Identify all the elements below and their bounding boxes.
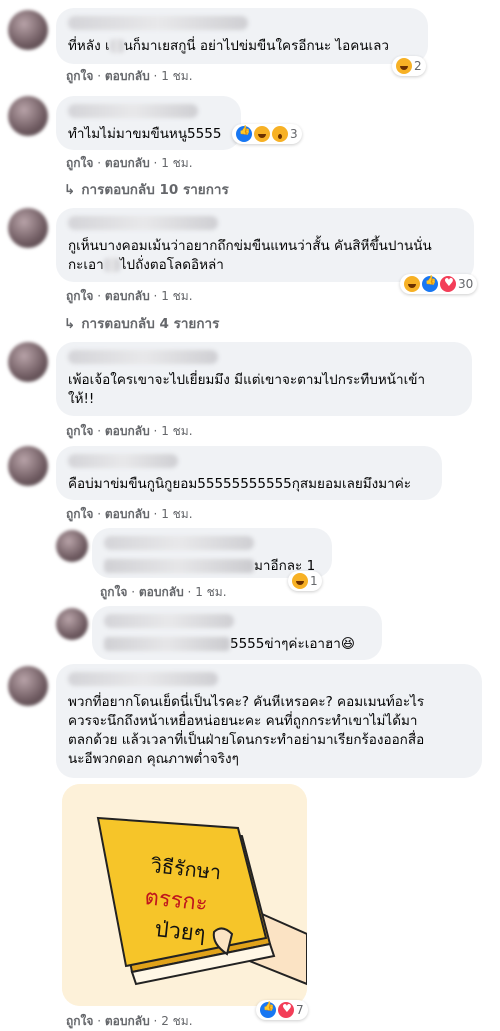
timestamp[interactable]: 1 ชม.: [161, 507, 192, 521]
avatar[interactable]: [8, 96, 48, 136]
avatar[interactable]: [8, 208, 48, 248]
commenter-name[interactable]: [68, 104, 198, 118]
comment-text: เพ้อเจ้อใครเขาจะไปเยี่ยมมึง มีแต่เขาจะตา…: [68, 372, 426, 407]
view-replies-link[interactable]: ↳ การตอบกลับ 4 รายการ: [64, 312, 219, 334]
like-icon: [236, 126, 252, 142]
commenter-name[interactable]: [104, 614, 234, 628]
comment-text: คือบ่มาข่มขืนกูนิกูยอม55555555555กุสมยอม…: [68, 476, 412, 492]
commenter-name[interactable]: [68, 672, 218, 686]
reply-button[interactable]: ตอบกลับ: [105, 69, 150, 83]
comment-bubble: คือบ่มาข่มขืนกูนิกูยอม55555555555กุสมยอม…: [56, 446, 442, 500]
book-title-line3: ป่วยๆ: [153, 917, 206, 947]
reply-button[interactable]: ตอบกลับ: [105, 1014, 150, 1028]
like-button[interactable]: ถูกใจ: [100, 585, 127, 599]
reaction-summary[interactable]: 1: [288, 571, 322, 591]
commenter-name[interactable]: [68, 216, 218, 230]
avatar[interactable]: [8, 10, 48, 50]
reply-text: 5555ข่าๆค่ะเอาฮา😆: [104, 635, 370, 654]
comment-bubble: ทำไมไม่มาขมขืนหนู5555: [56, 96, 241, 150]
reply-button[interactable]: ตอบกลับ: [105, 156, 150, 170]
reply-actions: ถูกใจ · ตอบกลับ · 1 ชม.: [100, 585, 227, 599]
reply-button[interactable]: ตอบกลับ: [139, 585, 184, 599]
reply-arrow-icon: ↳: [64, 182, 76, 198]
timestamp[interactable]: 2 ชม.: [161, 1014, 192, 1028]
reaction-summary[interactable]: 7: [256, 1000, 308, 1020]
love-icon: [440, 276, 456, 292]
like-button[interactable]: ถูกใจ: [66, 69, 93, 83]
like-button[interactable]: ถูกใจ: [66, 1014, 93, 1028]
comment-actions: ถูกใจ · ตอบกลับ · 1 ชม.: [66, 424, 193, 438]
timestamp[interactable]: 1 ชม.: [161, 424, 192, 438]
avatar[interactable]: [56, 530, 88, 562]
comment-bubble: กูเห็นบางคอมเม้นว่าอยากถึกข่มขืนแทนว่าสั…: [56, 208, 474, 282]
reply-text: มาอีกละ 1: [104, 557, 320, 576]
avatar[interactable]: [8, 666, 48, 706]
timestamp[interactable]: 1 ชม.: [161, 69, 192, 83]
commenter-name[interactable]: [68, 350, 218, 364]
reply-button[interactable]: ตอบกลับ: [105, 289, 150, 303]
like-button[interactable]: ถูกใจ: [66, 289, 93, 303]
haha-icon: [292, 573, 308, 589]
reaction-summary[interactable]: 2: [392, 56, 426, 76]
reply-bubble: 5555ข่าๆค่ะเอาฮา😆: [92, 606, 382, 660]
comment-actions: ถูกใจ · ตอบกลับ · 1 ชม.: [66, 507, 193, 521]
comment-actions: ถูกใจ · ตอบกลับ · 1 ชม.: [66, 156, 193, 170]
reply-arrow-icon: ↳: [64, 316, 76, 332]
avatar[interactable]: [8, 342, 48, 382]
view-replies-link[interactable]: ↳ การตอบกลับ 10 รายการ: [64, 178, 229, 200]
comment-text: ที่หลัง เนก็มาเยสกูนี่ อย่าไปข่มขืนใครอี…: [68, 38, 390, 54]
comment-text: ทำไมไม่มาขมขืนหนู5555: [68, 126, 222, 142]
wow-icon: [272, 126, 288, 142]
comment-actions: ถูกใจ · ตอบกลับ · 1 ชม.: [66, 69, 193, 83]
comment-bubble: เพ้อเจ้อใครเขาจะไปเยี่ยมมึง มีแต่เขาจะตา…: [56, 342, 472, 416]
haha-icon: [404, 276, 420, 292]
haha-icon: [396, 58, 412, 74]
like-button[interactable]: ถูกใจ: [66, 424, 93, 438]
comment-actions: ถูกใจ · ตอบกลับ · 1 ชม.: [66, 289, 193, 303]
commenter-name[interactable]: [104, 536, 254, 550]
timestamp[interactable]: 1 ชม.: [195, 585, 226, 599]
reply-button[interactable]: ตอบกลับ: [105, 424, 150, 438]
reaction-summary[interactable]: 30: [400, 274, 478, 294]
avatar[interactable]: [8, 446, 48, 486]
comment-image[interactable]: วิธีรักษา ตรรกะ ป่วยๆ: [62, 784, 307, 1006]
timestamp[interactable]: 1 ชม.: [161, 289, 192, 303]
love-icon: [278, 1002, 294, 1018]
comment-text: กูเห็นบางคอมเม้นว่าอยากถึกข่มขืนแทนว่าสั…: [68, 238, 432, 273]
comment-actions: ถูกใจ · ตอบกลับ · 2 ชม.: [66, 1014, 193, 1028]
timestamp[interactable]: 1 ชม.: [161, 156, 192, 170]
comment-bubble: ที่หลัง เนก็มาเยสกูนี่ อย่าไปข่มขืนใครอี…: [56, 8, 428, 64]
like-icon: [260, 1002, 276, 1018]
comment-bubble: พวกที่อยากโดนเย็ดนี่เป็นไรคะ? คันหีเหรอค…: [56, 664, 482, 778]
avatar[interactable]: [56, 608, 88, 640]
reply-button[interactable]: ตอบกลับ: [105, 507, 150, 521]
commenter-name[interactable]: [68, 16, 248, 30]
like-button[interactable]: ถูกใจ: [66, 507, 93, 521]
commenter-name[interactable]: [68, 454, 178, 468]
like-icon: [422, 276, 438, 292]
reaction-summary[interactable]: 3: [232, 124, 302, 144]
like-button[interactable]: ถูกใจ: [66, 156, 93, 170]
comment-text: พวกที่อยากโดนเย็ดนี่เป็นไรคะ? คันหีเหรอค…: [68, 694, 425, 767]
book-illustration: วิธีรักษา ตรรกะ ป่วยๆ: [62, 784, 307, 1006]
haha-icon: [254, 126, 270, 142]
